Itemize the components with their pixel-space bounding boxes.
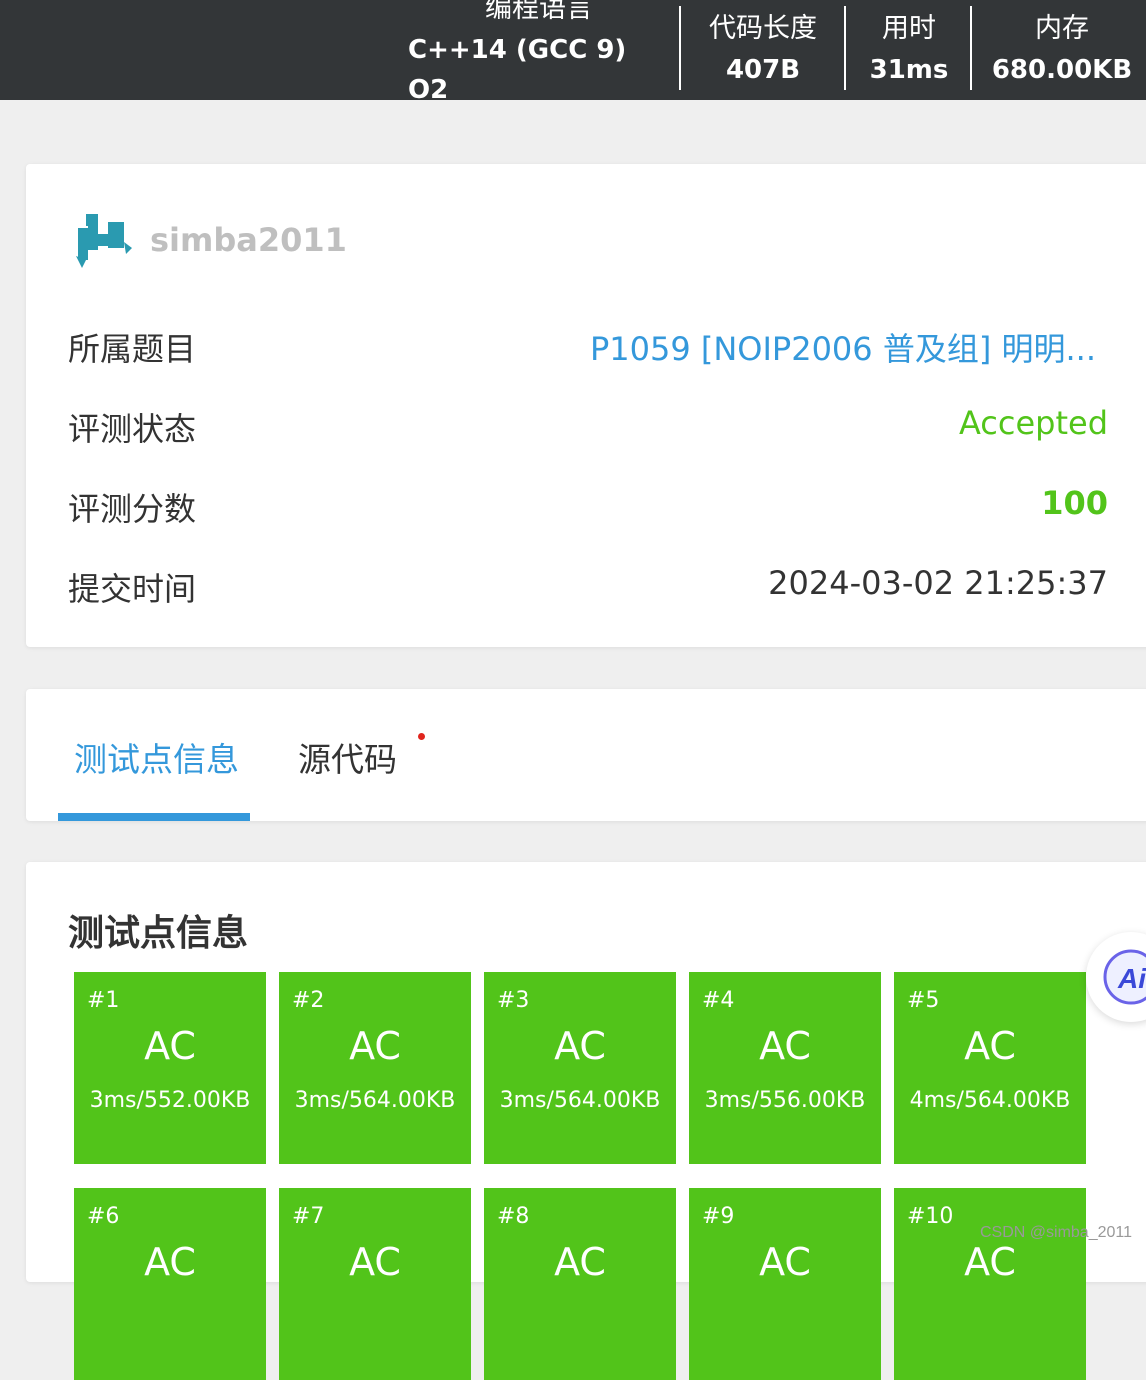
test-case-tile[interactable]: #4 AC 3ms/556.00KB [689, 972, 881, 1164]
test-case-number: #2 [292, 988, 325, 1013]
tab-source-code[interactable]: 源代码 [298, 733, 397, 781]
divider [844, 6, 846, 90]
ai-assistant-button[interactable]: Ai [1086, 932, 1146, 1022]
test-case-result: AC [554, 1024, 606, 1068]
stat-code-length-label: 代码长度 [709, 13, 817, 44]
username-link[interactable]: simba2011 [150, 221, 347, 259]
test-case-time-memory: 3ms/564.00KB [294, 1088, 456, 1113]
test-case-result: AC [144, 1024, 196, 1068]
submit-time-value: 2024-03-02 21:25:37 [768, 564, 1108, 602]
divider [970, 6, 972, 90]
test-case-tile[interactable]: #5 AC 4ms/564.00KB [894, 972, 1086, 1164]
status-value: Accepted [958, 404, 1108, 442]
status-label: 评测状态 [68, 410, 197, 448]
tabs-card: 测试点信息 源代码 [26, 689, 1146, 821]
test-case-result: AC [144, 1240, 196, 1284]
test-case-result: AC [349, 1024, 401, 1068]
ai-assistant-icon: Ai [1103, 949, 1146, 1005]
stat-language-value: C++14 (GCC 9) O2 [408, 35, 627, 105]
score-value: 100 [1041, 484, 1108, 522]
section-title: 测试点信息 [68, 913, 249, 954]
stat-memory-value: 680.00KB [991, 55, 1133, 85]
problem-label: 所属题目 [68, 330, 197, 368]
test-case-number: #4 [702, 988, 735, 1013]
stat-time: 用时 31ms [852, 0, 966, 100]
test-case-number: #5 [907, 988, 940, 1013]
submission-stats-bar: 编程语言 C++14 (GCC 9) O2 代码长度 407B 用时 31ms … [0, 0, 1146, 105]
stat-language: 编程语言 C++14 (GCC 9) O2 [408, 0, 670, 105]
submission-info-card: simba2011 所属题目 P1059 [NOIP2006 普及组] 明明..… [26, 164, 1146, 647]
test-case-result: AC [349, 1240, 401, 1284]
test-cases-card: 测试点信息 #1 AC 3ms/552.00KB #2 AC 3ms/564.00KB #3… [26, 862, 1146, 1380]
test-case-tile[interactable]: #7 AC [279, 1188, 471, 1380]
test-case-time-memory: 3ms/552.00KB [89, 1088, 251, 1113]
score-label: 评测分数 [68, 490, 197, 528]
svg-text:Ai: Ai [1117, 963, 1146, 994]
test-case-result: AC [964, 1240, 1016, 1284]
test-case-tile[interactable]: #8 AC [484, 1188, 676, 1380]
notification-dot [418, 733, 425, 740]
test-case-number: #8 [497, 1204, 530, 1229]
test-case-number: #9 [702, 1204, 735, 1229]
test-case-tile[interactable]: #1 AC 3ms/552.00KB [74, 972, 266, 1164]
test-case-time-memory: 3ms/564.00KB [499, 1088, 661, 1113]
divider [679, 6, 681, 90]
test-case-number: #3 [497, 988, 530, 1013]
submit-time-label: 提交时间 [68, 570, 197, 608]
stat-time-value: 31ms [869, 55, 949, 85]
test-case-result: AC [759, 1240, 811, 1284]
test-case-tile[interactable]: #6 AC [74, 1188, 266, 1380]
stat-memory: 内存 680.00KB [980, 0, 1144, 100]
stat-code-length: 代码长度 407B [688, 0, 838, 100]
stat-time-label: 用时 [882, 13, 936, 44]
test-case-tile[interactable]: #9 AC [689, 1188, 881, 1380]
test-case-tile[interactable]: #3 AC 3ms/564.00KB [484, 972, 676, 1164]
test-case-result: AC [554, 1240, 606, 1284]
test-case-number: #1 [87, 988, 120, 1013]
stat-language-label: 编程语言 [485, 0, 593, 24]
watermark: CSDN @simba_2011 [979, 1224, 1132, 1241]
test-case-tile[interactable]: #10 AC [894, 1188, 1086, 1380]
test-case-time-memory: 4ms/564.00KB [909, 1088, 1071, 1113]
tab-test-info[interactable]: 测试点信息 [74, 733, 239, 781]
user-row[interactable]: simba2011 [72, 212, 347, 268]
stat-memory-label: 内存 [1035, 13, 1089, 44]
test-case-tile[interactable]: #2 AC 3ms/564.00KB [279, 972, 471, 1164]
stat-code-length-value: 407B [725, 55, 801, 85]
active-tab-indicator [58, 813, 250, 821]
test-case-number: #10 [907, 1204, 954, 1229]
test-case-number: #6 [87, 1204, 120, 1229]
user-avatar-icon[interactable] [72, 212, 132, 268]
problem-link[interactable]: P1059 [NOIP2006 普及组] 明明... [590, 324, 1096, 370]
test-case-result: AC [964, 1024, 1016, 1068]
test-case-result: AC [759, 1024, 811, 1068]
test-case-number: #7 [292, 1204, 325, 1229]
test-case-time-memory: 3ms/556.00KB [704, 1088, 866, 1113]
